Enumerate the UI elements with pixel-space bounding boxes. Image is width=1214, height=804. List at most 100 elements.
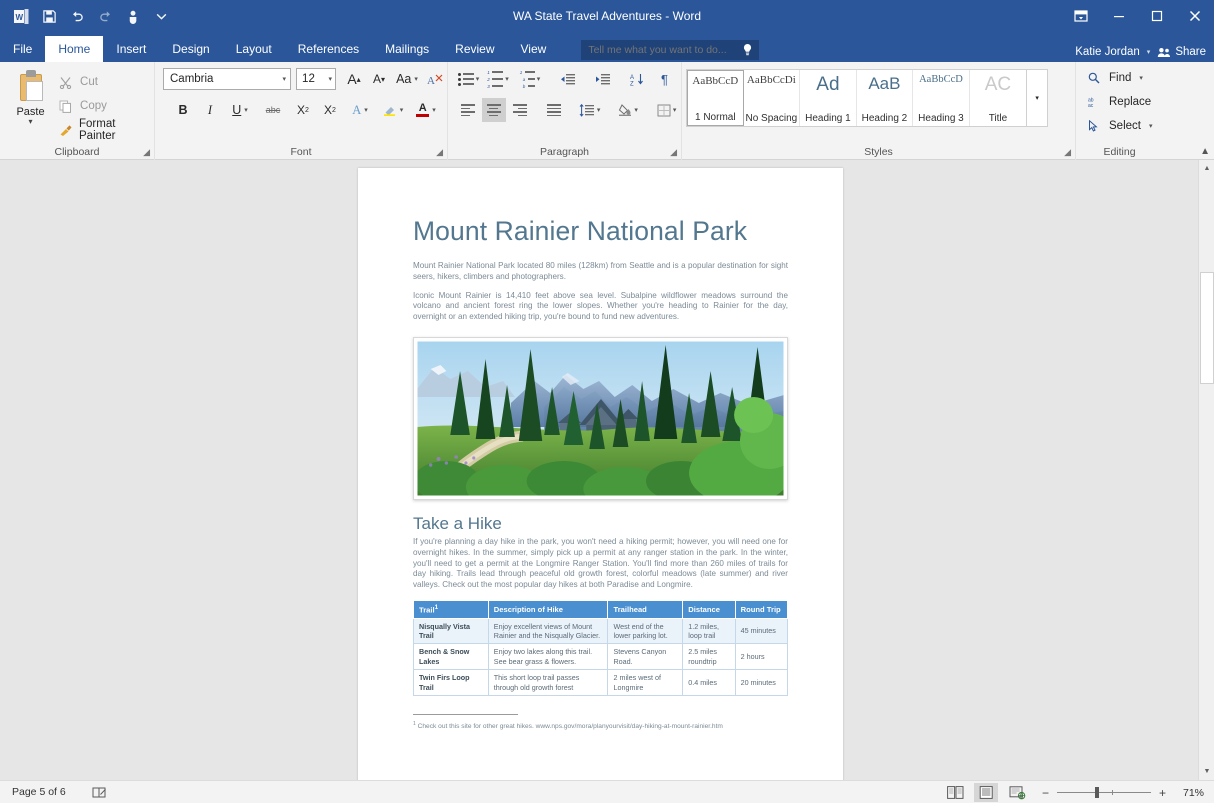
tab-references[interactable]: References (285, 36, 372, 62)
style-no-spacing[interactable]: AaBbCcDi No Spacing (744, 70, 801, 126)
increase-indent-button[interactable] (590, 67, 615, 91)
trails-table[interactable]: Trail1 Description of Hike Trailhead Dis… (413, 600, 788, 696)
line-spacing-button[interactable]: ▾ (575, 98, 604, 122)
subscript-button[interactable]: X2 (291, 98, 315, 122)
style-heading-3[interactable]: AaBbCcD Heading 3 (913, 70, 970, 126)
select-button[interactable]: Select ▾ (1084, 114, 1163, 138)
scrollbar-thumb[interactable] (1200, 272, 1214, 384)
document-page[interactable]: Mount Rainier National Park Mount Rainie… (358, 168, 843, 780)
restore-button[interactable] (1138, 0, 1176, 32)
tab-review[interactable]: Review (442, 36, 507, 62)
align-right-button[interactable] (508, 98, 532, 122)
title-bar: W (0, 0, 1214, 32)
text-highlight-button[interactable]: ▾ (378, 98, 408, 122)
tell-me-input[interactable] (581, 43, 731, 57)
read-mode-button[interactable] (943, 783, 967, 802)
table-row[interactable]: Twin Firs Loop Trail This short loop tra… (414, 670, 788, 696)
show-formatting-marks-button[interactable]: ¶ (652, 67, 677, 91)
redo-icon[interactable] (92, 3, 118, 29)
tab-mailings[interactable]: Mailings (372, 36, 442, 62)
style-normal[interactable]: AaBbCcD 1 Normal (687, 70, 744, 126)
replace-button[interactable]: ab ac Replace (1084, 90, 1163, 114)
save-icon[interactable] (36, 3, 62, 29)
justify-button[interactable] (542, 98, 566, 122)
clear-formatting-button[interactable]: A (423, 67, 447, 91)
customize-qat-icon[interactable] (148, 3, 174, 29)
account-caret-icon[interactable]: ▾ (1147, 48, 1151, 56)
document-image-frame[interactable] (413, 337, 788, 500)
tab-home[interactable]: Home (45, 36, 103, 62)
paste-caret-icon[interactable]: ▾ (29, 118, 33, 125)
text-effects-button[interactable]: A▾ (345, 98, 375, 122)
strikethrough-button[interactable]: abc (258, 98, 288, 122)
change-case-button[interactable]: Aa▾ (392, 67, 422, 91)
font-size-combobox[interactable]: 12 ▾ (296, 68, 336, 90)
italic-button[interactable]: I (198, 98, 222, 122)
style-heading-1[interactable]: Ad Heading 1 (800, 70, 857, 126)
tab-layout[interactable]: Layout (223, 36, 285, 62)
vertical-scrollbar[interactable]: ▲ ▼ (1198, 160, 1214, 780)
ribbon-display-options-icon[interactable] (1062, 0, 1100, 32)
proofing-status-button[interactable] (92, 786, 107, 799)
zoom-slider[interactable] (1057, 787, 1151, 798)
shrink-font-button[interactable]: A▾ (367, 67, 391, 91)
close-button[interactable] (1176, 0, 1214, 32)
grow-font-button[interactable]: A▴ (342, 67, 366, 91)
tab-view[interactable]: View (508, 36, 560, 62)
svg-text:ac: ac (1088, 103, 1094, 108)
shading-button[interactable]: ▾ (614, 98, 643, 122)
share-button[interactable]: Share (1157, 46, 1206, 58)
paste-button[interactable]: Paste ▾ (6, 66, 55, 160)
sort-button[interactable]: A Z (625, 67, 650, 91)
zoom-out-button[interactable]: − (1040, 786, 1051, 800)
bullets-button[interactable]: ▾ (456, 67, 481, 91)
zoom-slider-thumb[interactable] (1095, 787, 1099, 798)
user-name[interactable]: Katie Jordan (1075, 46, 1140, 58)
tab-design[interactable]: Design (159, 36, 222, 62)
clipboard-dialog-launcher[interactable]: ◢ (143, 147, 150, 158)
paragraph-dialog-launcher[interactable]: ◢ (670, 147, 677, 158)
font-name-value: Cambria (170, 73, 213, 85)
tab-file[interactable]: File (0, 36, 45, 62)
decrease-indent-button[interactable] (555, 67, 580, 91)
touch-mode-icon[interactable] (120, 3, 146, 29)
find-button[interactable]: Find ▾ (1084, 66, 1163, 90)
font-dialog-launcher[interactable]: ◢ (436, 147, 443, 158)
mount-rainier-photo[interactable] (417, 341, 784, 496)
cut-button[interactable]: Cut (55, 70, 154, 94)
scroll-up-arrow-icon[interactable]: ▲ (1199, 160, 1214, 177)
zoom-in-button[interactable]: + (1157, 786, 1168, 800)
style-heading-2[interactable]: AaB Heading 2 (857, 70, 914, 126)
table-row[interactable]: Bench & Snow Lakes Enjoy two lakes along… (414, 644, 788, 670)
borders-button[interactable]: ▾ (652, 98, 681, 122)
bold-button[interactable]: B (171, 98, 195, 122)
numbering-button[interactable]: 1 2 3 ▾ (483, 67, 513, 91)
collapse-ribbon-button[interactable]: ▲ (1200, 146, 1210, 157)
print-layout-button[interactable] (974, 783, 998, 802)
align-left-button[interactable] (456, 98, 480, 122)
chevron-down-icon[interactable]: ▾ (328, 75, 332, 83)
multilevel-list-button[interactable]: 1 a b ▾ (515, 67, 545, 91)
undo-icon[interactable] (64, 3, 90, 29)
style-title[interactable]: AC Title (970, 70, 1026, 126)
format-painter-button[interactable]: Format Painter (55, 118, 154, 142)
tell-me-box[interactable] (581, 40, 759, 60)
minimize-button[interactable] (1100, 0, 1138, 32)
font-color-button[interactable]: A ▾ (411, 98, 441, 122)
chevron-down-icon[interactable]: ▾ (283, 75, 287, 83)
scroll-down-arrow-icon[interactable]: ▼ (1199, 763, 1214, 780)
font-name-combobox[interactable]: Cambria ▾ (163, 68, 291, 90)
styles-gallery-more-button[interactable]: ▾ (1026, 70, 1047, 126)
underline-button[interactable]: U▾ (225, 98, 255, 122)
superscript-button[interactable]: X2 (318, 98, 342, 122)
tab-insert[interactable]: Insert (103, 36, 159, 62)
page-number-status[interactable]: Page 5 of 6 (12, 786, 66, 798)
table-row[interactable]: Nisqually Vista Trail Enjoy excellent vi… (414, 618, 788, 644)
select-label: Select (1109, 120, 1141, 132)
page-title: Mount Rainier National Park (413, 216, 788, 247)
zoom-level[interactable]: 71% (1174, 787, 1204, 799)
align-center-button[interactable] (482, 98, 506, 122)
copy-button[interactable]: Copy (55, 94, 154, 118)
styles-dialog-launcher[interactable]: ◢ (1064, 147, 1071, 158)
web-layout-button[interactable] (1005, 783, 1029, 802)
